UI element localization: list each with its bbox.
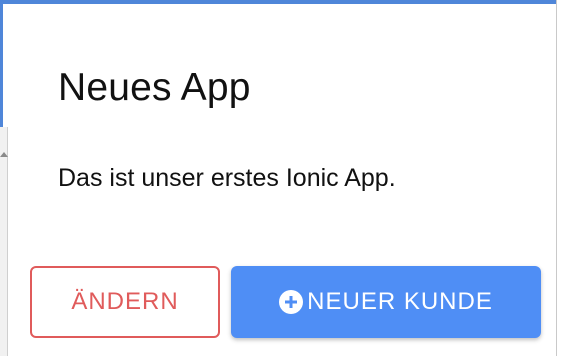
right-panel-edge	[556, 0, 576, 356]
edit-button-label: ÄNDERN	[71, 288, 179, 315]
new-customer-button-label: NEUER KUNDE	[307, 288, 493, 315]
edit-button[interactable]: ÄNDERN	[30, 266, 220, 338]
add-circle-icon	[279, 290, 304, 314]
card-title: Neues App	[58, 66, 251, 109]
new-customer-button[interactable]: NEUER KUNDE	[231, 266, 541, 338]
app-card: Neues App Das ist unser erstes Ionic App…	[30, 40, 550, 356]
card-description: Das ist unser erstes Ionic App.	[58, 164, 396, 192]
scroll-up-arrow-icon[interactable]	[0, 152, 8, 157]
left-scrollbar[interactable]	[0, 127, 8, 356]
window-top-border	[0, 0, 576, 4]
